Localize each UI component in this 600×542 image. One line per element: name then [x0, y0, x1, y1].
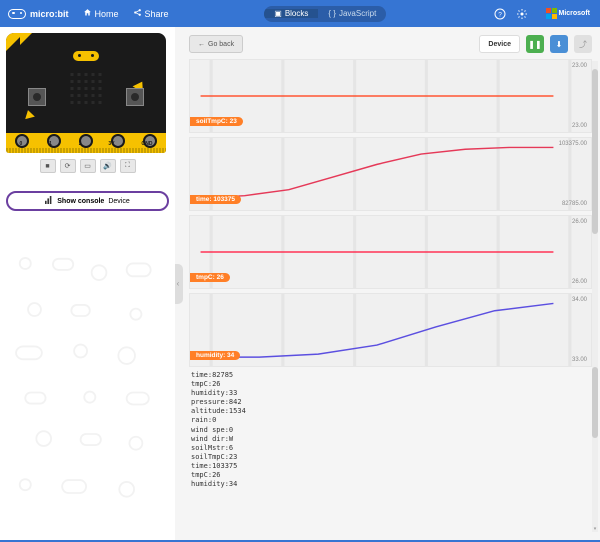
brand-logo[interactable]: micro:bit: [8, 9, 69, 19]
nav-share[interactable]: Share: [133, 8, 169, 19]
scrollbar[interactable]: ▴ ▾: [592, 61, 598, 532]
sim-refresh-button[interactable]: ⟳: [60, 159, 76, 173]
sim-audio-button[interactable]: 🔊: [100, 159, 116, 173]
download-button[interactable]: ⬇: [550, 35, 568, 53]
export-button[interactable]: ⤴: [574, 35, 592, 53]
chart-tmpC: tmpC: 26 26.00 26.00: [189, 215, 592, 289]
home-icon: [83, 8, 92, 19]
main-area: 0123VGND ■ ⟳ ▭ 🔊 ⛶ Show console Device ‹…: [0, 27, 600, 540]
background-pattern: [0, 245, 175, 540]
scroll-thumb[interactable]: [592, 69, 598, 234]
nav-home-label: Home: [95, 9, 119, 19]
goback-label: Go back: [208, 41, 234, 48]
nav-home[interactable]: Home: [83, 8, 119, 19]
chart-badge-soilTmpC: soilTmpC: 23: [190, 117, 243, 126]
chart-badge-time: time: 103375: [190, 195, 241, 204]
brand-text: micro:bit: [30, 9, 69, 19]
share-icon: [133, 8, 142, 19]
sim-open-button[interactable]: ▭: [80, 159, 96, 173]
tab-javascript[interactable]: { } JavaScript: [318, 9, 386, 18]
go-back-button[interactable]: ← Go back: [189, 35, 243, 53]
chart-ymin: 26.00: [572, 279, 587, 285]
console-btn-suf: Device: [108, 198, 129, 205]
device-label: Device: [479, 35, 520, 53]
chart-ymax: 34.00: [572, 297, 587, 303]
chart-ymax: 103375.00: [559, 141, 587, 147]
microbit-simulator[interactable]: 0123VGND: [6, 33, 166, 153]
collapse-handle[interactable]: ‹: [175, 264, 183, 304]
microbit-logo-icon: [8, 9, 26, 19]
sim-button-a[interactable]: [28, 88, 46, 106]
blocks-icon: ▣: [274, 9, 282, 18]
chart-soilTmpC: soilTmpC: 23 23.00 23.00: [189, 59, 592, 133]
show-console-button[interactable]: Show console Device: [6, 191, 169, 211]
header-actions: ? Microsoft: [494, 8, 592, 20]
right-panel: ‹ ← Go back Device ❚❚ ⬇ ⤴ soilTmpC: 23 2…: [175, 27, 600, 540]
scroll-down-icon[interactable]: ▾: [592, 526, 598, 532]
console-toolbar: ← Go back Device ❚❚ ⬇ ⤴: [189, 35, 592, 53]
chart-time: time: 103375 103375.00 82785.00: [189, 137, 592, 211]
chart-badge-tmpC: tmpC: 26: [190, 273, 230, 282]
tab-blocks-label: Blocks: [285, 9, 309, 18]
tab-blocks[interactable]: ▣ Blocks: [264, 9, 318, 18]
settings-icon[interactable]: [516, 8, 528, 20]
microsoft-logo-icon: [546, 8, 557, 19]
pin-labels: 0123VGND: [6, 141, 166, 147]
app-header: micro:bit Home Share ▣ Blocks { } JavaSc…: [0, 0, 600, 27]
chart-ymin: 23.00: [572, 123, 587, 129]
sim-stop-button[interactable]: ■: [40, 159, 56, 173]
sim-fullscreen-button[interactable]: ⛶: [120, 159, 136, 173]
microsoft-label: Microsoft: [559, 10, 591, 17]
chart-ymin: 82785.00: [562, 201, 587, 207]
svg-text:?: ?: [498, 11, 502, 18]
chart-ymin: 33.00: [572, 357, 587, 363]
help-icon[interactable]: ?: [494, 8, 506, 20]
charts-container: soilTmpC: 23 23.00 23.00 time: 103375 10…: [189, 59, 592, 367]
left-panel: 0123VGND ■ ⟳ ▭ 🔊 ⛶ Show console Device: [0, 27, 175, 540]
sim-button-b[interactable]: [126, 88, 144, 106]
export-icon: ⤴: [579, 39, 587, 50]
led-matrix: [71, 73, 102, 104]
microbit-face-icon: [73, 51, 99, 61]
scroll-thumb[interactable]: [592, 367, 598, 438]
chart-ymax: 23.00: [572, 63, 587, 69]
download-icon: ⬇: [556, 40, 563, 49]
tab-js-label: JavaScript: [339, 9, 376, 18]
editor-tabs: ▣ Blocks { } JavaScript: [264, 6, 386, 22]
pause-icon: ❚❚: [528, 40, 541, 49]
microsoft-logo[interactable]: Microsoft: [546, 8, 592, 20]
chart-badge-humidity: humidity: 34: [190, 351, 240, 360]
arrow-left-icon: ←: [198, 41, 205, 48]
chart-ymax: 26.00: [572, 219, 587, 225]
chart-icon: [45, 196, 53, 206]
console-btn-pre: Show console: [57, 198, 104, 205]
js-icon: { }: [328, 9, 336, 18]
pause-button[interactable]: ❚❚: [526, 35, 544, 53]
chart-humidity: humidity: 34 34.00 33.00: [189, 293, 592, 367]
nav-share-label: Share: [145, 9, 169, 19]
sim-controls: ■ ⟳ ▭ 🔊 ⛶: [6, 159, 169, 173]
console-output: time:82785 tmpC:26 humidity:33 pressure:…: [189, 367, 592, 493]
